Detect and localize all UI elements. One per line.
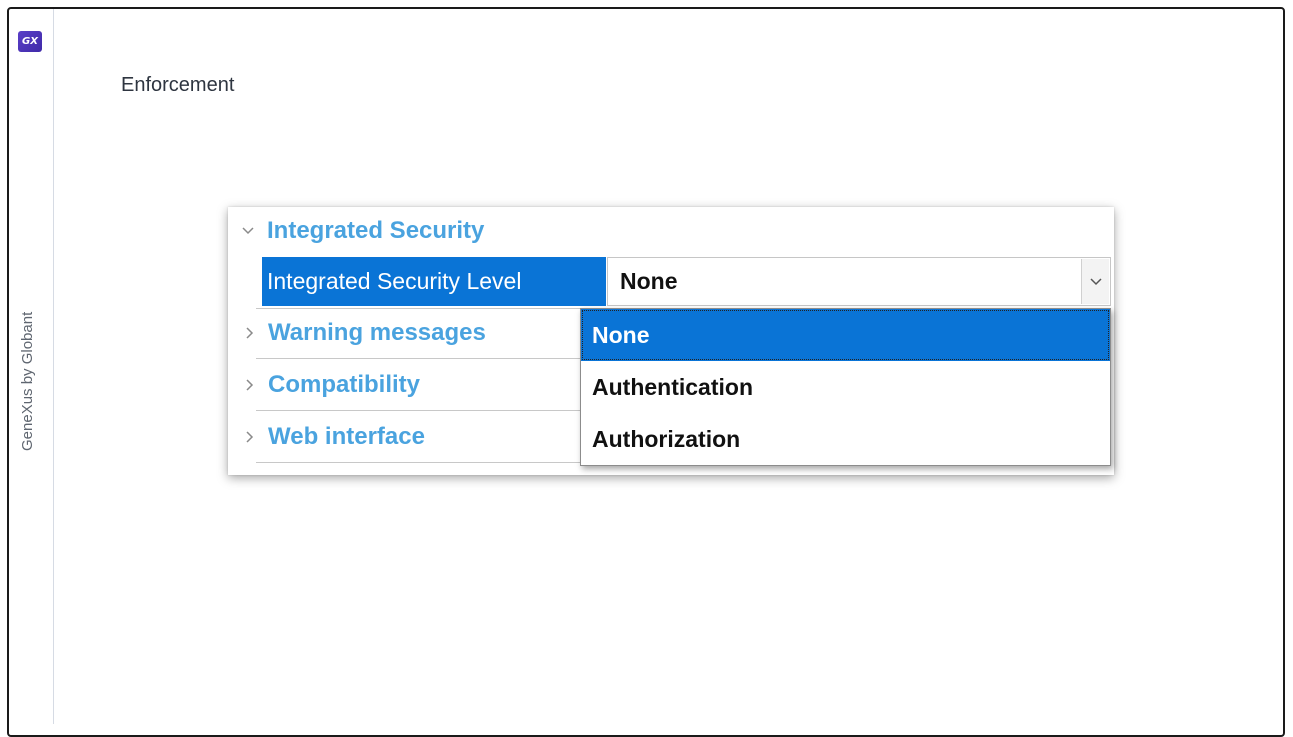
dropdown-option-authorization[interactable]: Authorization — [581, 413, 1110, 465]
category-label: Warning messages — [268, 319, 486, 346]
category-label: Compatibility — [268, 371, 421, 398]
property-row-integrated-security-level[interactable]: Integrated Security Level None — [256, 255, 1111, 309]
chevron-down-icon[interactable] — [241, 224, 255, 238]
property-value-combobox[interactable]: None — [607, 257, 1111, 306]
genexus-logo: GX — [18, 31, 42, 52]
category-integrated-security[interactable]: Integrated Security — [228, 207, 1114, 255]
vertical-brand: GeneXus by Globant — [17, 296, 37, 451]
dropdown-button[interactable] — [1081, 259, 1109, 304]
dropdown-option-authentication[interactable]: Authentication — [581, 361, 1110, 413]
brand-text: GeneXus by Globant — [19, 311, 36, 451]
properties-panel: Integrated Security Integrated Security … — [228, 207, 1114, 475]
category-label: Integrated Security — [267, 217, 485, 244]
property-value: None — [620, 268, 678, 294]
chevron-right-icon[interactable] — [242, 430, 256, 444]
chevron-right-icon[interactable] — [242, 378, 256, 392]
property-name[interactable]: Integrated Security Level — [262, 257, 606, 306]
dropdown-list: None Authentication Authorization — [580, 308, 1111, 466]
chevron-down-icon — [1090, 278, 1102, 286]
chevron-right-icon[interactable] — [242, 326, 256, 340]
category-label: Web interface — [268, 423, 425, 450]
page-title: Enforcement — [121, 74, 235, 96]
dropdown-option-none[interactable]: None — [581, 309, 1110, 361]
